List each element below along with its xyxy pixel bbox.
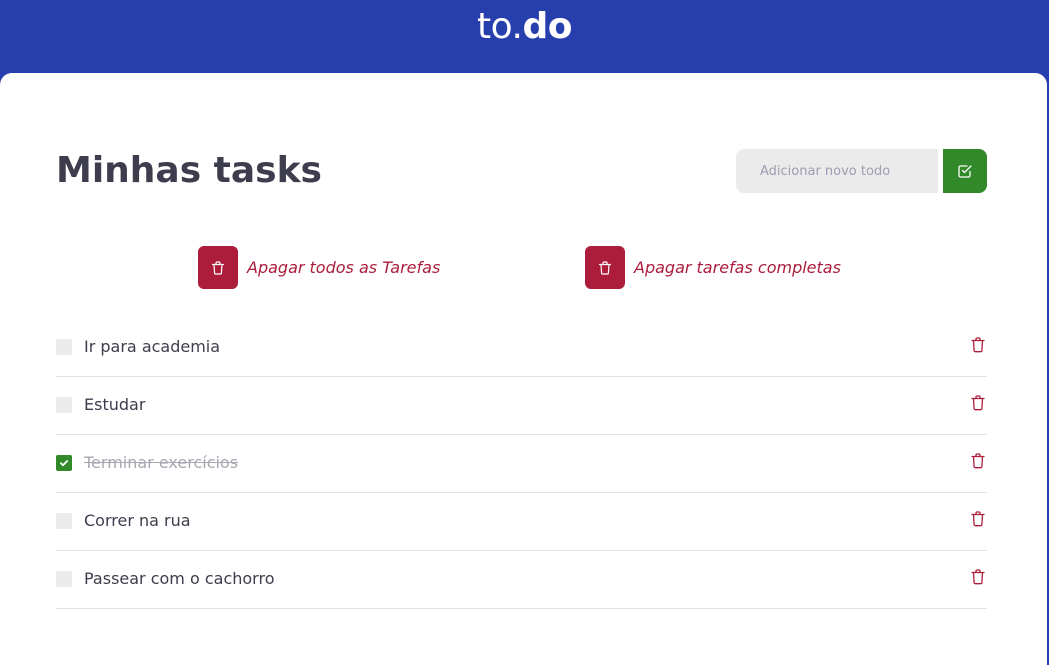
app-logo: to.do (0, 6, 1049, 47)
task-row: Terminar exercícios (56, 435, 987, 493)
check-icon (60, 460, 69, 467)
trash-icon (971, 337, 985, 353)
check-square-icon (958, 165, 972, 178)
trash-icon (971, 453, 985, 469)
task-title: Estudar (84, 395, 146, 414)
delete-task-button[interactable] (969, 568, 987, 586)
trash-icon (971, 395, 985, 411)
trash-icon (598, 260, 612, 275)
trash-icon (211, 260, 225, 275)
task-checkbox[interactable] (56, 513, 72, 529)
delete-task-button[interactable] (969, 452, 987, 470)
task-title: Correr na rua (84, 511, 191, 530)
page-title: Minhas tasks (56, 150, 322, 191)
main-card: Minhas tasks Apagar todos as Tarefas Apa… (0, 73, 1047, 665)
task-row: Passear com o cachorro (56, 551, 987, 609)
delete-all-tasks-button[interactable]: Apagar todos as Tarefas (198, 246, 440, 289)
delete-completed-tasks-button[interactable]: Apagar tarefas completas (585, 246, 841, 289)
task-checkbox[interactable] (56, 571, 72, 587)
add-todo-button[interactable] (943, 149, 987, 193)
task-checkbox[interactable] (56, 397, 72, 413)
logo-suffix: do (522, 6, 572, 47)
delete-completed-trash-button[interactable] (585, 246, 625, 289)
delete-task-button[interactable] (969, 394, 987, 412)
delete-task-button[interactable] (969, 510, 987, 528)
logo-prefix: to. (477, 6, 523, 47)
task-title: Terminar exercícios (84, 453, 239, 472)
task-checkbox[interactable] (56, 455, 72, 471)
task-checkbox[interactable] (56, 339, 72, 355)
delete-all-label[interactable]: Apagar todos as Tarefas (247, 258, 440, 277)
task-title: Ir para academia (84, 337, 221, 356)
trash-icon (971, 511, 985, 527)
task-title: Passear com o cachorro (84, 569, 275, 588)
delete-all-trash-button[interactable] (198, 246, 238, 289)
task-row: Ir para academia (56, 319, 987, 377)
delete-task-button[interactable] (969, 336, 987, 354)
trash-icon (971, 569, 985, 585)
delete-completed-label[interactable]: Apagar tarefas completas (634, 258, 841, 277)
task-list: Ir para academia Estudar Terminar exercí… (56, 319, 987, 609)
task-row: Correr na rua (56, 493, 987, 551)
new-todo-input[interactable] (736, 149, 938, 193)
task-row: Estudar (56, 377, 987, 435)
app-header: to.do (0, 0, 1049, 80)
